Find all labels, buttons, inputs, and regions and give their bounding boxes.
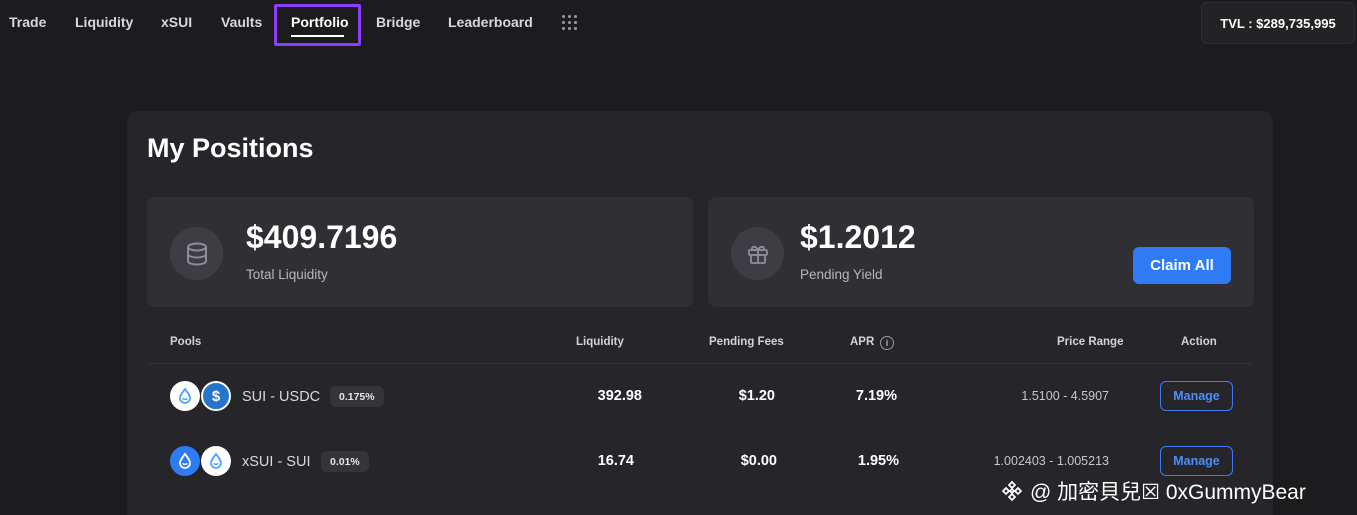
usdc-token-icon: $ bbox=[201, 381, 231, 411]
fee-tier-badge: 0.175% bbox=[330, 386, 384, 407]
info-icon[interactable]: i bbox=[880, 336, 894, 350]
manage-button[interactable]: Manage bbox=[1160, 446, 1233, 476]
grid-dots-icon[interactable] bbox=[561, 14, 579, 32]
nav-item-xsui[interactable]: xSUI bbox=[161, 14, 192, 30]
page-title: My Positions bbox=[147, 133, 314, 163]
nav-item-portfolio[interactable]: Portfolio bbox=[291, 14, 349, 30]
pending-fees-value: $0.00 bbox=[740, 453, 777, 469]
xsui-token-icon bbox=[170, 446, 200, 476]
tvl-badge: TVL : $289,735,995 bbox=[1201, 2, 1355, 44]
table-row: $ SUI - USDC 0.175% 392.98 $1.20 7.19% 1… bbox=[0, 381, 1357, 421]
header-action: Action bbox=[1181, 336, 1217, 348]
header-pending-fees: Pending Fees bbox=[709, 336, 784, 348]
manage-button[interactable]: Manage bbox=[1160, 381, 1233, 411]
nav-item-bridge[interactable]: Bridge bbox=[376, 14, 420, 30]
nav-item-leaderboard[interactable]: Leaderboard bbox=[448, 14, 533, 30]
total-liquidity-value: $409.7196 bbox=[246, 219, 398, 255]
nav-item-liquidity[interactable]: Liquidity bbox=[75, 14, 133, 30]
apr-value: 1.95% bbox=[857, 453, 899, 469]
header-apr: APR bbox=[850, 336, 875, 348]
watermark: @ 加密貝兒☒ 0xGummyBear bbox=[1000, 476, 1306, 506]
table-header-divider bbox=[147, 363, 1253, 364]
total-liquidity-card: $409.7196 Total Liquidity bbox=[147, 197, 693, 307]
apr-value: 7.19% bbox=[855, 388, 897, 404]
total-liquidity-label: Total Liquidity bbox=[246, 267, 328, 282]
fee-tier-badge: 0.01% bbox=[321, 451, 369, 472]
binance-logo-icon bbox=[1001, 480, 1023, 502]
claim-all-button[interactable]: Claim All bbox=[1133, 247, 1231, 284]
header-liquidity: Liquidity bbox=[576, 336, 624, 348]
price-range-value: 1.002403 - 1.005213 bbox=[993, 454, 1109, 468]
sui-token-icon bbox=[170, 381, 200, 411]
price-range-value: 1.5100 - 4.5907 bbox=[1021, 389, 1109, 403]
liquidity-value: 16.74 bbox=[597, 453, 634, 469]
gift-icon bbox=[731, 227, 784, 280]
pending-yield-value: $1.2012 bbox=[800, 219, 916, 255]
liquidity-value: 392.98 bbox=[597, 388, 642, 404]
pending-yield-label: Pending Yield bbox=[800, 267, 883, 282]
nav-item-trade[interactable]: Trade bbox=[9, 14, 46, 30]
pool-pair-label: SUI - USDC bbox=[242, 389, 321, 405]
sui-token-icon bbox=[201, 446, 231, 476]
database-stack-icon bbox=[170, 227, 223, 280]
header-price-range: Price Range bbox=[1057, 336, 1124, 348]
pool-pair-label: xSUI - SUI bbox=[242, 454, 311, 470]
pending-fees-value: $1.20 bbox=[738, 388, 775, 404]
header-pools: Pools bbox=[170, 336, 202, 348]
nav-item-vaults[interactable]: Vaults bbox=[221, 14, 262, 30]
active-nav-underline bbox=[291, 35, 344, 37]
watermark-text: @ 加密貝兒☒ 0xGummyBear bbox=[1030, 481, 1306, 504]
top-navigation: Trade Liquidity xSUI Vaults Portfolio Br… bbox=[0, 0, 1357, 46]
